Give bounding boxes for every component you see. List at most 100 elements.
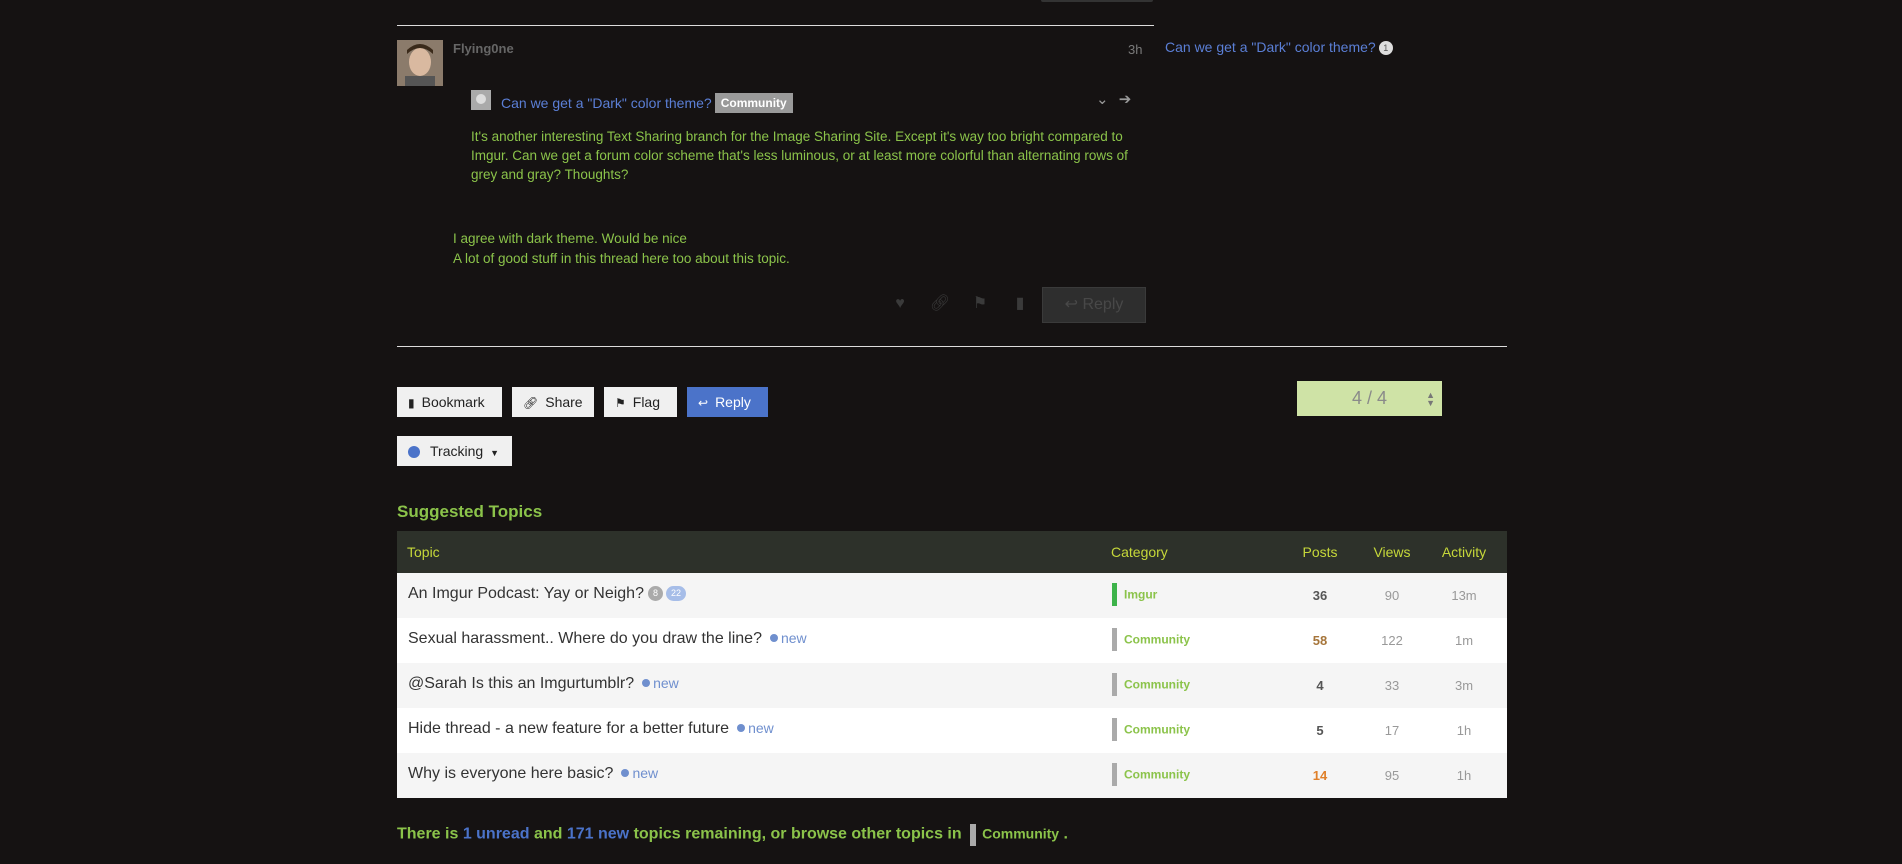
avatar[interactable] — [397, 40, 443, 86]
new-dot-icon — [621, 769, 630, 777]
username[interactable]: Flying0ne — [453, 41, 514, 56]
activity-time[interactable]: 1h — [1439, 768, 1489, 783]
tracking-status-icon — [408, 446, 420, 458]
post-body-line: A lot of good stuff in this thread here … — [453, 250, 790, 266]
header-category[interactable]: Category — [1111, 544, 1168, 560]
topic-title-link[interactable]: Sexual harassment.. Where do you draw th… — [408, 630, 762, 647]
suggested-topics-title: Suggested Topics — [397, 502, 543, 521]
topic-title-link[interactable]: Hide thread - a new feature for a better… — [408, 720, 729, 737]
footer-category-link[interactable]: Community — [970, 824, 1059, 846]
header-activity[interactable]: Activity — [1439, 544, 1489, 560]
topic-progress[interactable]: 4 / 4 ▲ ▼ — [1297, 381, 1442, 416]
category-cell[interactable]: Community — [1112, 718, 1190, 741]
footer-period: . — [1063, 825, 1068, 843]
category-color-bar — [1112, 628, 1117, 651]
new-label: new — [748, 720, 774, 736]
link-icon[interactable]: 🔗︎ — [920, 293, 960, 313]
footer-suffix: topics remaining, or browse other topics… — [633, 825, 962, 843]
footer-category-label: Community — [982, 825, 1060, 842]
flag-button[interactable]: ⚑ Flag — [604, 387, 677, 417]
topic-title-link[interactable]: An Imgur Podcast: Yay or Neigh? — [408, 585, 644, 602]
reply-icon: ↩ — [698, 396, 709, 410]
table-row[interactable]: Sexual harassment.. Where do you draw th… — [397, 618, 1507, 663]
header-posts[interactable]: Posts — [1295, 544, 1345, 560]
quote-category-badge[interactable]: Community — [714, 93, 793, 113]
quote-body: It's another interesting Text Sharing br… — [471, 129, 1128, 182]
expand-arrows-icon: ▲ ▼ — [1426, 390, 1435, 408]
reply-button[interactable]: ↩ Reply — [687, 387, 768, 417]
posts-count[interactable]: 4 — [1295, 678, 1345, 693]
posts-count[interactable]: 14 — [1295, 768, 1345, 783]
category-cell[interactable]: Community — [1112, 763, 1190, 786]
posts-count[interactable]: 58 — [1295, 633, 1345, 648]
posts-count[interactable]: 5 — [1295, 723, 1345, 738]
category-color-bar — [1112, 763, 1117, 786]
quote-avatar — [471, 90, 491, 110]
new-tag[interactable]: new — [737, 720, 774, 736]
flag-icon[interactable]: ⚑ — [960, 293, 1000, 313]
arrow-right-icon[interactable]: ➔ — [1119, 91, 1132, 108]
header-views[interactable]: Views — [1367, 544, 1417, 560]
tracking-label: Tracking — [430, 443, 484, 459]
activity-time[interactable]: 3m — [1439, 678, 1489, 693]
category-color-bar — [970, 824, 977, 846]
unread-count-badge[interactable]: 8 — [647, 586, 663, 601]
footer-and: and — [533, 825, 563, 843]
activity-time[interactable]: 1h — [1439, 723, 1489, 738]
chevron-down-icon[interactable]: ⌄ — [1096, 91, 1109, 108]
post-body: I agree with dark theme. Would be nice A… — [453, 229, 790, 268]
new-tag[interactable]: new — [769, 630, 807, 646]
quote-topic-link[interactable]: Can we get a "Dark" color theme? — [501, 95, 712, 111]
table-row[interactable]: An Imgur Podcast: Yay or Neigh? 8 22 Imgur 3… — [397, 573, 1507, 618]
post-actions: ♥ 🔗︎ ⚑ ▮ — [880, 293, 1040, 313]
linked-topic-title[interactable]: Can we get a "Dark" color theme? — [1165, 39, 1376, 55]
table-row[interactable]: Why is everyone here basic? new Community 1… — [397, 753, 1507, 798]
heart-icon[interactable]: ♥ — [880, 295, 920, 313]
category-cell[interactable]: Imgur — [1112, 583, 1157, 606]
category-color-bar — [1112, 673, 1117, 696]
topic-title-link[interactable]: Why is everyone here basic? — [408, 765, 613, 782]
topic-title-link[interactable]: @Sarah Is this an Imgurtumblr? — [408, 675, 634, 692]
posts-count[interactable]: 36 — [1295, 588, 1345, 603]
share-button[interactable]: 🔗︎ Share — [512, 387, 594, 417]
category-label: Community — [1124, 767, 1190, 782]
post-reply-label: Reply — [1082, 296, 1124, 313]
bookmark-label: Bookmark — [421, 394, 485, 410]
new-label: new — [653, 675, 679, 691]
bookmark-button[interactable]: ▮ Bookmark — [397, 387, 502, 417]
views-count: 122 — [1381, 633, 1403, 648]
header-topic[interactable]: Topic — [407, 544, 440, 560]
unread-link[interactable]: 1 unread — [463, 826, 530, 843]
topics-remaining-footer: There is 1 unread and 171 new topics rem… — [397, 824, 1068, 846]
table-row[interactable]: @Sarah Is this an Imgurtumblr? new Communi… — [397, 663, 1507, 708]
progress-count: 4 / 4 — [1351, 388, 1388, 408]
post-body-line: I agree with dark theme. Would be nice — [453, 231, 687, 246]
post-bottom-divider — [397, 346, 1507, 347]
new-tag[interactable]: new — [621, 765, 658, 781]
activity-time[interactable]: 13m — [1439, 588, 1489, 603]
caret-down-icon: ▼ — [490, 448, 499, 458]
activity-time[interactable]: 1m — [1439, 633, 1489, 648]
post-reply-button[interactable]: ↩ Reply — [1042, 287, 1146, 323]
tracking-dropdown[interactable]: Tracking ▼ — [397, 436, 512, 466]
table-row[interactable]: Hide thread - a new feature for a better… — [397, 708, 1507, 753]
new-count-badge[interactable]: 22 — [665, 586, 686, 601]
flag-label: Flag — [632, 394, 660, 410]
new-label: new — [632, 765, 659, 781]
category-cell[interactable]: Community — [1112, 628, 1190, 651]
linked-topic-link[interactable]: Can we get a "Dark" color theme? 1 — [1165, 39, 1393, 55]
flag-icon: ⚑ — [615, 396, 626, 410]
post-timestamp[interactable]: 3h — [1128, 42, 1142, 57]
new-label: new — [780, 630, 807, 646]
post-top-divider — [397, 25, 1154, 26]
new-dot-icon — [642, 679, 651, 687]
views-count: 90 — [1384, 588, 1400, 603]
bookmark-icon[interactable]: ▮ — [1000, 293, 1040, 313]
category-cell[interactable]: Community — [1112, 673, 1190, 696]
new-link[interactable]: 171 new — [567, 826, 629, 843]
category-label: Community — [1124, 722, 1190, 737]
category-label: Community — [1124, 632, 1190, 647]
new-tag[interactable]: new — [642, 675, 679, 691]
new-dot-icon — [769, 634, 778, 642]
previous-post-reply-button-edge — [1041, 0, 1153, 2]
